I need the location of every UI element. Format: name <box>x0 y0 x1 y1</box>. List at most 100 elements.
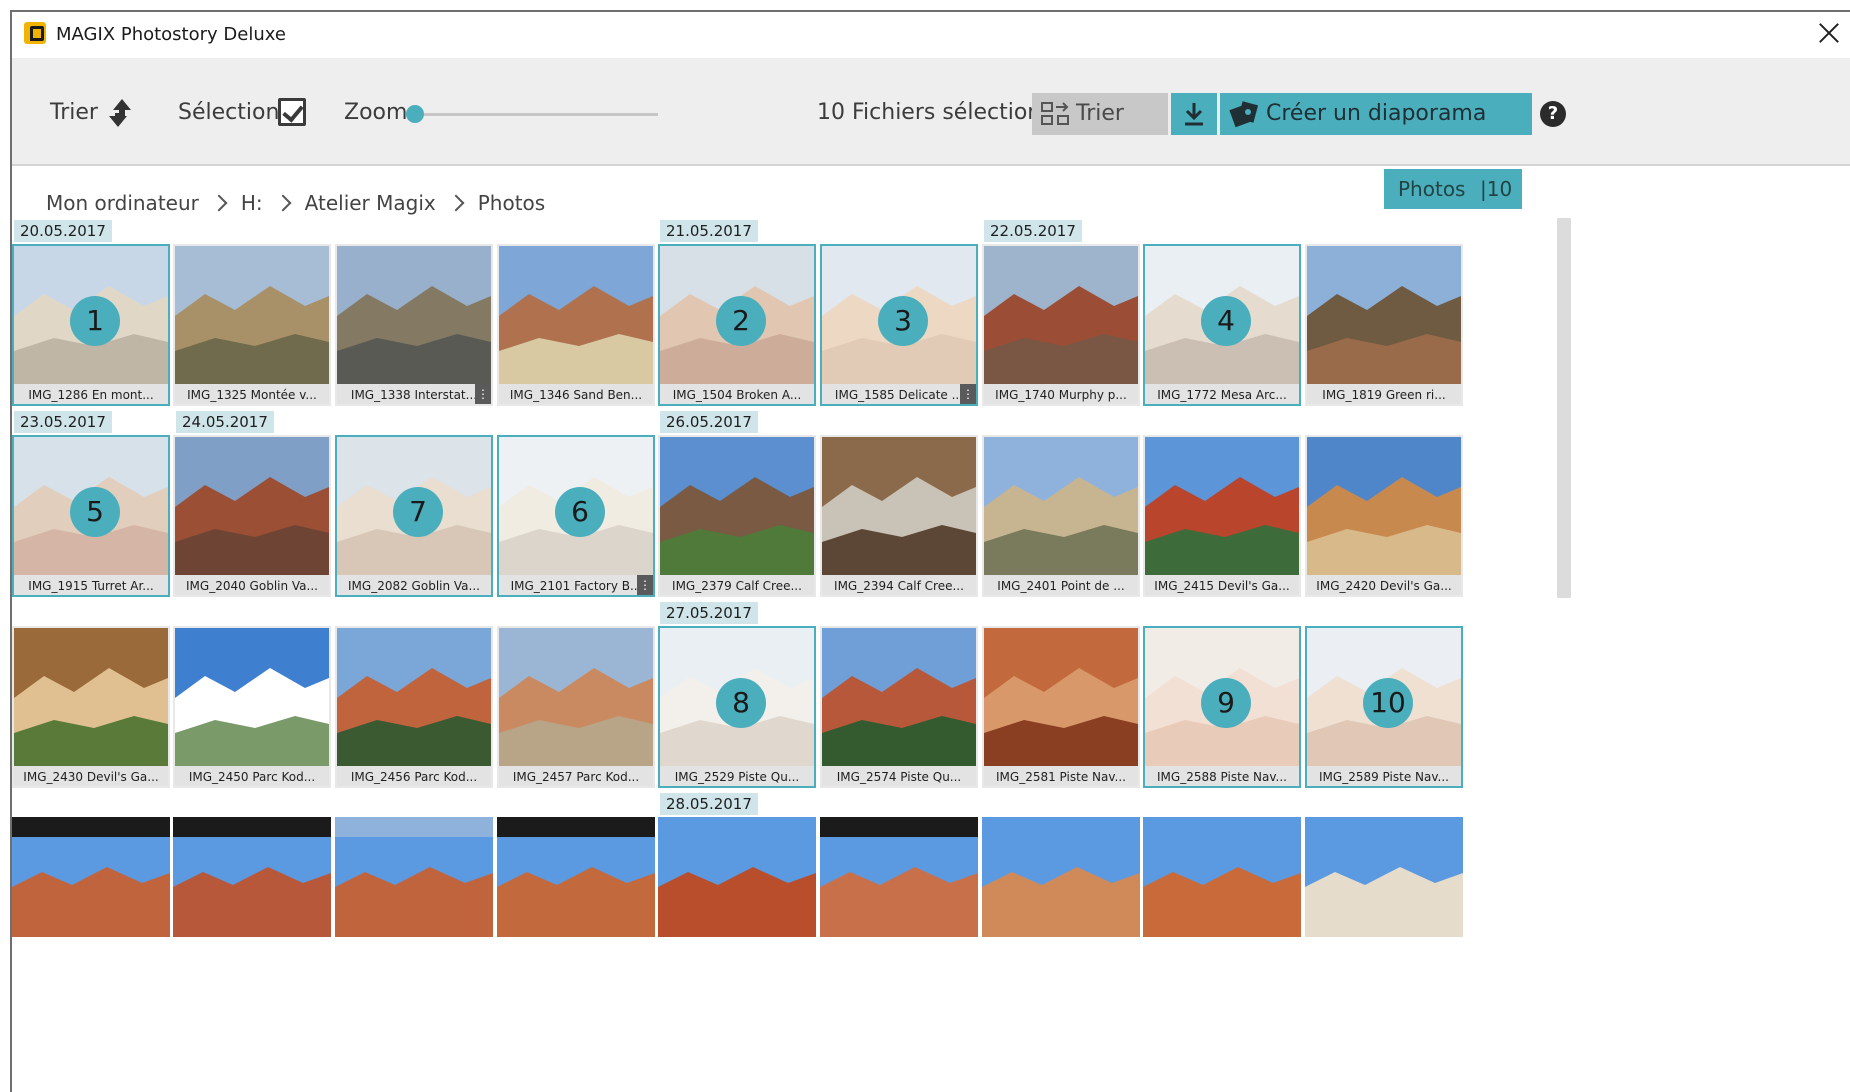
photo-tile[interactable] <box>173 817 331 937</box>
photo-tile[interactable] <box>658 817 816 937</box>
photo-tile[interactable]: IMG_2394 Calf Cree... <box>820 435 978 597</box>
help-icon[interactable]: ? <box>1540 101 1566 127</box>
photo-tile[interactable]: IMG_2430 Devil's Ga... <box>12 626 170 788</box>
photo-thumbnail <box>982 817 1140 937</box>
photo-tile[interactable]: IMG_2401 Point de ... <box>982 435 1140 597</box>
photo-tile[interactable]: IMG_1325 Montée v... <box>173 244 331 406</box>
zoom-slider-thumb[interactable] <box>406 105 424 123</box>
photos-tab-label: Photos <box>1398 177 1466 201</box>
sort-button[interactable]: Trier <box>50 100 98 125</box>
photo-tile[interactable]: IMG_1819 Green ri... <box>1305 244 1463 406</box>
more-options-icon[interactable]: ⋮ <box>475 384 491 404</box>
photo-tile[interactable] <box>12 817 170 937</box>
photo-tile[interactable]: IMG_2574 Piste Qu... <box>820 626 978 788</box>
photo-tile[interactable]: IMG_2450 Parc Kod... <box>173 626 331 788</box>
title-bar: MAGIX Photostory Deluxe <box>12 12 1850 58</box>
photo-tile[interactable]: 2 IMG_1504 Broken A... <box>658 244 816 406</box>
photo-thumbnail <box>499 246 653 384</box>
date-group-label: 23.05.2017 <box>14 411 112 433</box>
photo-tile[interactable] <box>1305 817 1463 937</box>
export-button[interactable] <box>1171 93 1217 135</box>
photo-caption: IMG_1585 Delicate ... <box>834 388 964 402</box>
photo-tile[interactable]: 8 IMG_2529 Piste Qu... <box>658 626 816 788</box>
photo-tile[interactable]: 10 IMG_2589 Piste Nav... <box>1305 626 1463 788</box>
photo-thumbnail <box>1305 817 1463 937</box>
photo-caption: IMG_2101 Factory B... <box>510 579 642 593</box>
selection-order-badge: 6 <box>555 487 605 537</box>
photo-tile[interactable]: IMG_2379 Calf Cree... <box>658 435 816 597</box>
photo-tile[interactable] <box>820 817 978 937</box>
more-options-icon[interactable]: ⋮ <box>960 384 976 404</box>
photo-caption: IMG_2040 Goblin Va... <box>186 579 318 593</box>
selection-order-badge: 10 <box>1363 678 1413 728</box>
photo-tile[interactable]: 4 IMG_1772 Mesa Arc... <box>1143 244 1301 406</box>
photo-tile[interactable]: IMG_2456 Parc Kod... <box>335 626 493 788</box>
toolbar: Trier Sélection Zoom 10 Fichiers sélecti… <box>12 58 1850 166</box>
photo-tile[interactable]: IMG_1740 Murphy p... <box>982 244 1140 406</box>
photo-caption: IMG_2394 Calf Cree... <box>834 579 964 593</box>
photo-caption: IMG_2379 Calf Cree... <box>672 579 802 593</box>
photo-caption: IMG_2456 Parc Kod... <box>350 770 478 784</box>
photo-thumbnail <box>658 817 816 937</box>
date-group-label: 26.05.2017 <box>660 411 758 433</box>
date-group-label: 24.05.2017 <box>176 411 274 433</box>
photo-thumbnail <box>335 817 493 937</box>
sort-grid-icon <box>1041 102 1069 125</box>
selection-order-badge: 8 <box>716 678 766 728</box>
photo-caption: IMG_1504 Broken A... <box>672 388 802 402</box>
zoom-slider-track[interactable] <box>414 113 658 116</box>
window-title: MAGIX Photostory Deluxe <box>56 24 286 45</box>
close-icon[interactable] <box>1816 20 1842 46</box>
photo-tile[interactable] <box>1143 817 1301 937</box>
photo-tile[interactable]: IMG_2415 Devil's Ga... <box>1143 435 1301 597</box>
more-options-icon[interactable]: ⋮ <box>637 575 653 595</box>
date-group-label: 28.05.2017 <box>660 793 758 815</box>
selection-order-badge: 9 <box>1201 678 1251 728</box>
photo-tile[interactable]: 5 IMG_1915 Turret Ar... <box>12 435 170 597</box>
photo-tile[interactable]: IMG_2420 Devil's Ga... <box>1305 435 1463 597</box>
date-group-label: 21.05.2017 <box>660 220 758 242</box>
photo-caption: IMG_2457 Parc Kod... <box>512 770 640 784</box>
selection-button[interactable]: Sélection <box>178 100 279 125</box>
sort-files-button[interactable]: Trier <box>1032 93 1168 135</box>
photo-tile[interactable]: IMG_1346 Sand Ben... <box>497 244 655 406</box>
photo-tile[interactable]: 7 IMG_2082 Goblin Va... <box>335 435 493 597</box>
photo-tile[interactable]: IMG_1338 Interstat... ⋮ <box>335 244 493 406</box>
photo-tile[interactable] <box>497 817 655 937</box>
chevron-right-icon <box>274 194 292 212</box>
slideshow-icon <box>1229 101 1259 128</box>
breadcrumb-item[interactable]: H: <box>241 191 263 215</box>
breadcrumb: Mon ordinateur H: Atelier Magix Photos <box>46 188 545 218</box>
photo-tile[interactable]: 6 IMG_2101 Factory B... ⋮ <box>497 435 655 597</box>
checkbox-icon[interactable] <box>278 98 306 126</box>
photo-caption: IMG_1286 En mont... <box>28 388 154 402</box>
photo-tile[interactable]: 3 IMG_1585 Delicate ... ⋮ <box>820 244 978 406</box>
selection-order-badge: 7 <box>393 487 443 537</box>
photo-thumbnail <box>984 246 1138 384</box>
vertical-scrollbar[interactable] <box>1557 218 1571 598</box>
photo-tile[interactable]: 1 IMG_1286 En mont... <box>12 244 170 406</box>
photo-caption: IMG_2581 Piste Nav... <box>996 770 1126 784</box>
breadcrumb-item[interactable]: Photos <box>478 191 545 215</box>
photo-thumbnail <box>822 437 976 575</box>
zoom-label: Zoom <box>344 100 408 125</box>
sort-icon[interactable] <box>104 96 138 130</box>
photo-caption: IMG_1772 Mesa Arc... <box>1157 388 1287 402</box>
photo-tile[interactable] <box>335 817 493 937</box>
selection-order-badge: 5 <box>70 487 120 537</box>
photo-tile[interactable]: IMG_2581 Piste Nav... <box>982 626 1140 788</box>
photo-thumbnail <box>499 628 653 766</box>
breadcrumb-item[interactable]: Atelier Magix <box>305 191 436 215</box>
breadcrumb-item[interactable]: Mon ordinateur <box>46 191 199 215</box>
photo-tile[interactable]: 9 IMG_2588 Piste Nav... <box>1143 626 1301 788</box>
photo-thumbnail <box>12 817 170 937</box>
photo-caption: IMG_1740 Murphy p... <box>995 388 1127 402</box>
photo-tile[interactable]: IMG_2457 Parc Kod... <box>497 626 655 788</box>
chevron-right-icon <box>447 194 465 212</box>
photo-tile[interactable]: IMG_2040 Goblin Va... <box>173 435 331 597</box>
create-slideshow-button[interactable]: Créer un diaporama <box>1220 93 1532 135</box>
photo-grid: 20.05.2017 21.05.2017 22.05.2017 23.05.2… <box>12 218 1512 1092</box>
photo-caption: IMG_1915 Turret Ar... <box>28 579 154 593</box>
photo-tile[interactable] <box>982 817 1140 937</box>
photos-tab[interactable]: Photos |10 <box>1384 169 1522 209</box>
